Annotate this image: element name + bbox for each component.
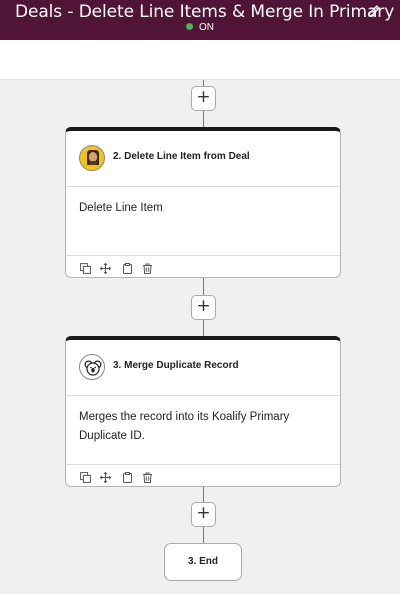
add-step-button[interactable]: + bbox=[191, 86, 216, 111]
clipboard-icon[interactable] bbox=[122, 470, 133, 483]
move-icon[interactable] bbox=[99, 261, 112, 275]
step-card-header: 3. Merge Duplicate Record bbox=[66, 340, 340, 396]
step-description: Delete Line Item bbox=[79, 202, 163, 214]
pencil-icon[interactable] bbox=[366, 3, 382, 19]
step-card-toolbar bbox=[66, 255, 340, 277]
workflow-title[interactable]: Deals - Delete Line Items & Merge In Pri… bbox=[15, 2, 394, 22]
copy-icon[interactable] bbox=[80, 261, 91, 274]
trash-icon[interactable] bbox=[142, 261, 153, 274]
step-title: 2. Delete Line Item from Deal bbox=[113, 151, 250, 162]
toolbar-area bbox=[0, 40, 400, 80]
status-dot-icon bbox=[186, 23, 193, 30]
add-step-button[interactable]: + bbox=[191, 502, 216, 527]
yellow-avatar-icon bbox=[79, 145, 105, 171]
step-title: 3. Merge Duplicate Record bbox=[113, 360, 239, 371]
step-card[interactable]: 2. Delete Line Item from Deal Delete Lin… bbox=[65, 127, 341, 278]
trash-icon[interactable] bbox=[142, 470, 153, 483]
add-step-button[interactable]: + bbox=[191, 295, 216, 320]
workflow-header: Deals - Delete Line Items & Merge In Pri… bbox=[0, 0, 400, 40]
copy-icon[interactable] bbox=[80, 470, 91, 483]
clipboard-icon[interactable] bbox=[122, 261, 133, 274]
step-card-toolbar bbox=[66, 464, 340, 486]
move-icon[interactable] bbox=[99, 470, 112, 484]
end-node[interactable]: 3. End bbox=[164, 543, 242, 581]
step-card-header: 2. Delete Line Item from Deal bbox=[66, 131, 340, 187]
koala-icon bbox=[79, 354, 105, 380]
step-card[interactable]: 3. Merge Duplicate Record Merges the rec… bbox=[65, 336, 341, 487]
status-label: ON bbox=[199, 22, 214, 33]
step-description: Merges the record into its Koalify Prima… bbox=[79, 411, 290, 442]
workflow-status: ON bbox=[0, 21, 400, 35]
